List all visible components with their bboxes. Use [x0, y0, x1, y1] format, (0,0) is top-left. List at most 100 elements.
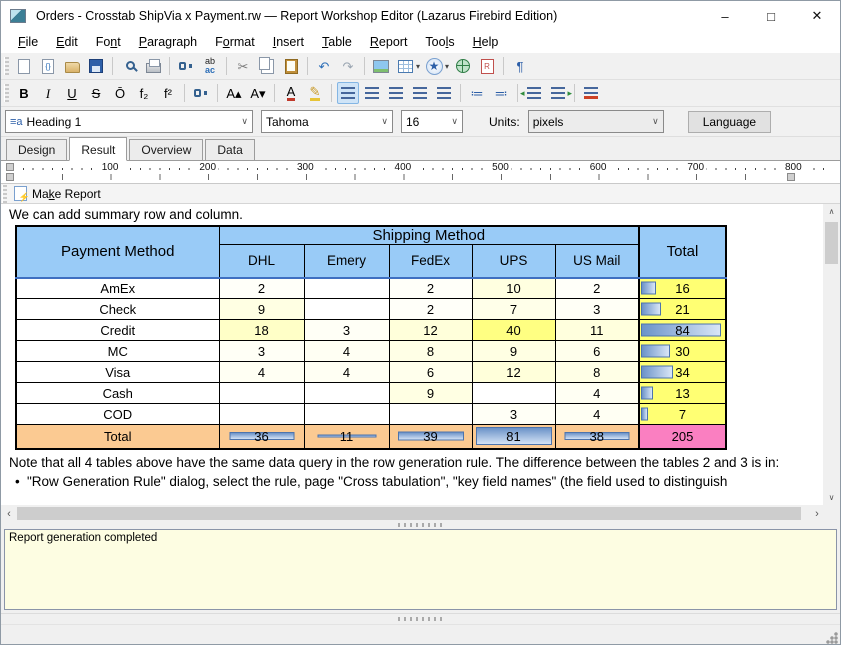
highlight-icon[interactable]: ✎: [304, 82, 326, 104]
splitter-grip: [398, 617, 444, 621]
row-total-cell: 34: [639, 362, 726, 383]
italic-icon[interactable]: I: [37, 82, 59, 104]
tab-overview[interactable]: Overview: [129, 139, 203, 160]
bullet-list-icon[interactable]: ≔: [466, 82, 488, 104]
insert-symbol-icon[interactable]: ★: [423, 55, 445, 77]
outdent-icon[interactable]: [523, 82, 545, 104]
units-select[interactable]: pixels ∨: [528, 110, 664, 133]
ruler-left-indent-handle[interactable]: [6, 163, 14, 171]
justify-icon[interactable]: [409, 82, 431, 104]
undo-icon[interactable]: ↶: [313, 55, 335, 77]
toolbar-grip[interactable]: [4, 57, 9, 75]
value-cell: 2: [389, 299, 472, 320]
paste-icon[interactable]: [280, 55, 302, 77]
font-size-select[interactable]: 16 ∨: [401, 110, 463, 133]
ruler-hanging-indent-handle[interactable]: [6, 173, 14, 181]
tab-result[interactable]: Result: [69, 137, 127, 161]
value-cell: 18: [219, 320, 304, 341]
menu-item-font[interactable]: Font: [87, 33, 130, 51]
copy-icon[interactable]: [256, 55, 278, 77]
ruler-right-indent-handle[interactable]: [787, 173, 795, 181]
replace-icon[interactable]: abac: [199, 55, 221, 77]
cut-icon[interactable]: ✂: [232, 55, 254, 77]
bold-icon[interactable]: B: [13, 82, 35, 104]
strikethrough-icon[interactable]: S: [85, 82, 107, 104]
paragraph-style-icon: ≡a: [10, 116, 23, 128]
menu-item-edit[interactable]: Edit: [47, 33, 87, 51]
menu-item-paragraph[interactable]: Paragraph: [130, 33, 206, 51]
superscript-icon[interactable]: f²: [157, 82, 179, 104]
align-center-icon[interactable]: [361, 82, 383, 104]
find-icon[interactable]: [175, 55, 197, 77]
make-report-button[interactable]: Make Report: [32, 187, 101, 201]
underline-icon[interactable]: U: [61, 82, 83, 104]
new-from-template-icon[interactable]: {}: [37, 55, 59, 77]
insert-table-icon[interactable]: [394, 55, 416, 77]
scroll-down-icon[interactable]: ∨: [829, 490, 835, 505]
menu-item-insert[interactable]: Insert: [264, 33, 313, 51]
ruler-mark-400: 400: [392, 162, 415, 173]
font-color-icon[interactable]: A: [280, 82, 302, 104]
toolbar-grip[interactable]: [2, 185, 7, 203]
insert-image-icon[interactable]: [370, 55, 392, 77]
fit-width-icon[interactable]: [433, 82, 455, 104]
new-document-icon[interactable]: [13, 55, 35, 77]
menu-item-tools[interactable]: Tools: [416, 33, 463, 51]
indent-icon[interactable]: [547, 82, 569, 104]
value-cell: 12: [472, 362, 555, 383]
menu-item-help[interactable]: Help: [464, 33, 508, 51]
chevron-down-icon: ∨: [375, 116, 388, 127]
tab-data[interactable]: Data: [205, 139, 254, 160]
glasses-icon[interactable]: [190, 82, 212, 104]
ruler-mark-700: 700: [684, 162, 707, 173]
value-cell: 8: [555, 362, 639, 383]
shrink-font-icon[interactable]: A▾: [247, 82, 269, 104]
save-icon[interactable]: [85, 55, 107, 77]
column-total-cell: 11: [304, 425, 389, 449]
units-label: Units:: [489, 115, 520, 129]
row-total-bar: [641, 282, 656, 295]
paragraph-border-icon[interactable]: [580, 82, 602, 104]
col-header-emery: Emery: [304, 245, 389, 278]
subscript-icon[interactable]: f₂: [133, 82, 155, 104]
overline-icon[interactable]: Ō: [109, 82, 131, 104]
resize-grip[interactable]: [826, 632, 838, 644]
paste-special-icon[interactable]: R: [476, 55, 498, 77]
tab-design[interactable]: Design: [6, 139, 67, 160]
align-left-icon[interactable]: [337, 82, 359, 104]
ruler-major-ticks: [13, 174, 830, 180]
close-button[interactable]: ✕: [794, 1, 840, 31]
print-icon[interactable]: [142, 55, 164, 77]
scroll-left-icon[interactable]: ‹: [1, 508, 17, 520]
paragraph-style-select[interactable]: ≡a Heading 1 ∨: [5, 110, 253, 133]
chevron-down-icon[interactable]: ▾: [416, 62, 420, 71]
vertical-scroll-thumb[interactable]: [825, 222, 838, 264]
row-total-bar: [641, 408, 648, 421]
toolbar-grip[interactable]: [4, 84, 9, 102]
menu-item-report[interactable]: Report: [361, 33, 417, 51]
print-preview-icon[interactable]: [118, 55, 140, 77]
language-button[interactable]: Language: [688, 111, 771, 133]
menu-item-format[interactable]: Format: [206, 33, 264, 51]
menu-item-file[interactable]: File: [9, 33, 47, 51]
align-right-icon[interactable]: [385, 82, 407, 104]
scroll-up-icon[interactable]: ∧: [829, 204, 835, 219]
splitter[interactable]: [1, 613, 840, 624]
toolbar-format: BIUSŌf₂f² A▴A▾ A✎ ≔≕: [1, 80, 840, 107]
horizontal-scroll-thumb[interactable]: [17, 507, 801, 520]
ruler-mark-200: 200: [196, 162, 219, 173]
horizontal-scrollbar[interactable]: ‹ ›: [1, 505, 825, 522]
formatting-marks-icon[interactable]: ¶: [509, 55, 531, 77]
vertical-scrollbar[interactable]: ∧ ∨: [823, 204, 840, 505]
maximize-button[interactable]: □: [748, 1, 794, 31]
open-icon[interactable]: [61, 55, 83, 77]
font-family-select[interactable]: Tahoma ∨: [261, 110, 393, 133]
minimize-button[interactable]: –: [702, 1, 748, 31]
numbered-list-icon[interactable]: ≕: [490, 82, 512, 104]
chevron-down-icon[interactable]: ▾: [445, 62, 449, 71]
grow-font-icon[interactable]: A▴: [223, 82, 245, 104]
menu-item-table[interactable]: Table: [313, 33, 361, 51]
redo-icon[interactable]: ↷: [337, 55, 359, 77]
insert-hyperlink-icon[interactable]: [452, 55, 474, 77]
document-page[interactable]: We can add summary row and column. Payme…: [1, 204, 840, 505]
